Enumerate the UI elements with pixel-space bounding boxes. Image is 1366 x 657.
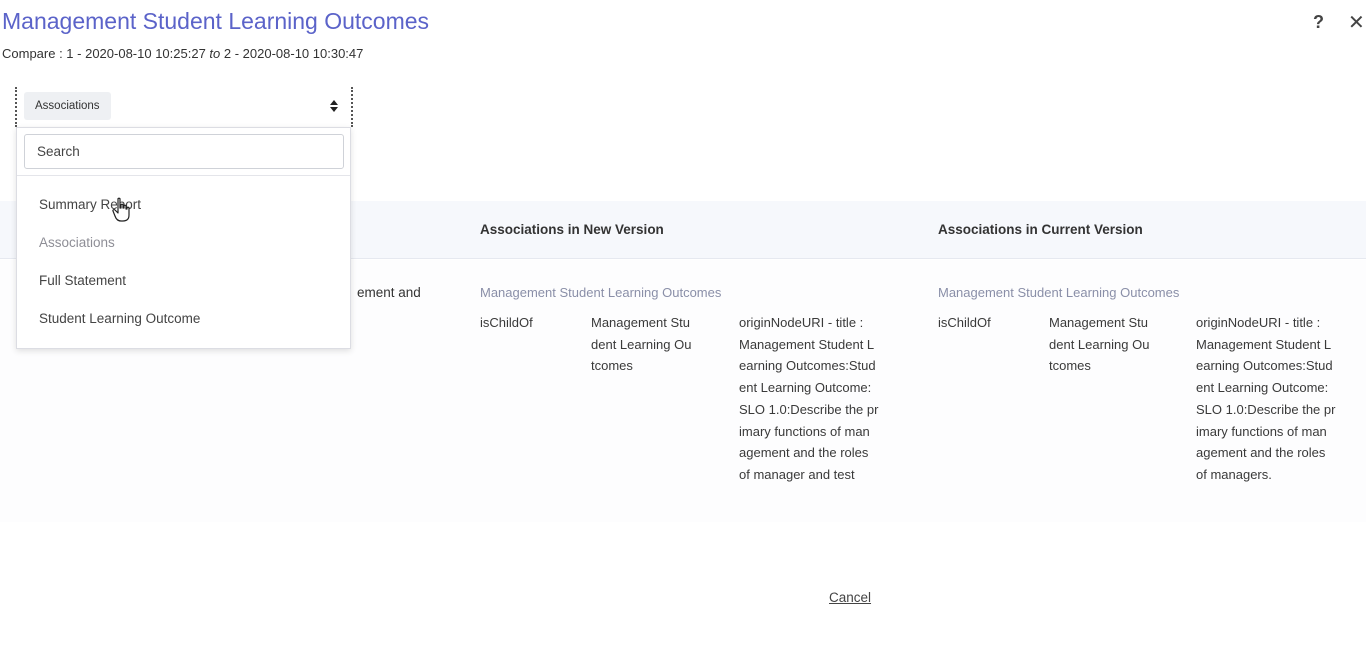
current-target: Management Stu dent Learning Ou tcomes xyxy=(1049,312,1149,377)
cancel-button[interactable]: Cancel xyxy=(829,590,871,605)
text-line: ent Learning Outcome: xyxy=(1196,380,1329,396)
text-line: Management Student L xyxy=(1196,336,1332,352)
text-line: agement and the roles xyxy=(739,445,869,461)
text-line: tcomes xyxy=(591,358,633,374)
new-association-type: isChildOf xyxy=(480,315,533,330)
new-node-title[interactable]: Management Student Learning Outcomes xyxy=(480,282,721,304)
compare-modal: Management Student Learning Outcomes Com… xyxy=(0,0,1366,657)
text-line: of manager and test xyxy=(739,466,855,482)
option-associations[interactable]: Associations xyxy=(39,235,115,250)
page-title: Management Student Learning Outcomes xyxy=(2,8,430,34)
compare-prefix: Compare : 1 - 2020-08-10 10:25:27 xyxy=(2,46,210,61)
text-line: of managers. xyxy=(1196,466,1272,482)
search-input[interactable] xyxy=(24,134,344,169)
option-full-statement[interactable]: Full Statement xyxy=(39,273,126,288)
row-label-partial: ement and xyxy=(357,285,421,300)
filter-selected-value[interactable]: Associations xyxy=(24,92,111,120)
current-node-title[interactable]: Management Student Learning Outcomes xyxy=(938,282,1179,304)
text-line: originNodeURI - title : xyxy=(1196,315,1321,330)
option-student-learning-outcome[interactable]: Student Learning Outcome xyxy=(39,311,200,326)
filter-dropdown: Summary Report Associations Full Stateme… xyxy=(16,127,351,349)
close-icon[interactable]: ✕ xyxy=(1348,10,1365,35)
hand-cursor-icon xyxy=(112,197,130,222)
text-line: Management Student L xyxy=(739,336,875,352)
header-new-version: Associations in New Version xyxy=(480,222,664,237)
text-line: ent Learning Outcome: xyxy=(739,380,872,396)
text-line: SLO 1.0:Describe the pr xyxy=(1196,401,1336,417)
current-association-type: isChildOf xyxy=(938,315,991,330)
new-detail: originNodeURI - title : Management Stude… xyxy=(739,312,878,486)
compare-suffix: 2 - 2020-08-10 10:30:47 xyxy=(220,46,364,61)
text-line: imary functions of man xyxy=(739,423,870,439)
text-line: SLO 1.0:Describe the pr xyxy=(739,401,879,417)
text-line: tcomes xyxy=(1049,358,1091,374)
text-line: Management Stu xyxy=(591,315,691,330)
sort-icon[interactable] xyxy=(329,98,339,114)
current-detail: originNodeURI - title : Management Stude… xyxy=(1196,312,1335,486)
header-current-version: Associations in Current Version xyxy=(938,222,1143,237)
text-line: agement and the roles xyxy=(1196,445,1326,461)
question-icon[interactable]: ? xyxy=(1313,12,1324,33)
text-line: dent Learning Ou xyxy=(1049,336,1150,352)
compare-to: to xyxy=(209,46,221,61)
compare-info: Compare : 1 - 2020-08-10 10:25:27 to 2 -… xyxy=(2,46,363,61)
new-target: Management Stu dent Learning Ou tcomes xyxy=(591,312,691,377)
text-line: dent Learning Ou xyxy=(591,336,692,352)
text-line: earning Outcomes:Stud xyxy=(739,358,876,374)
text-line: originNodeURI - title : xyxy=(739,315,864,330)
text-line: imary functions of man xyxy=(1196,423,1327,439)
text-line: earning Outcomes:Stud xyxy=(1196,358,1333,374)
dropdown-divider xyxy=(17,175,350,176)
text-line: Management Stu xyxy=(1049,315,1149,330)
